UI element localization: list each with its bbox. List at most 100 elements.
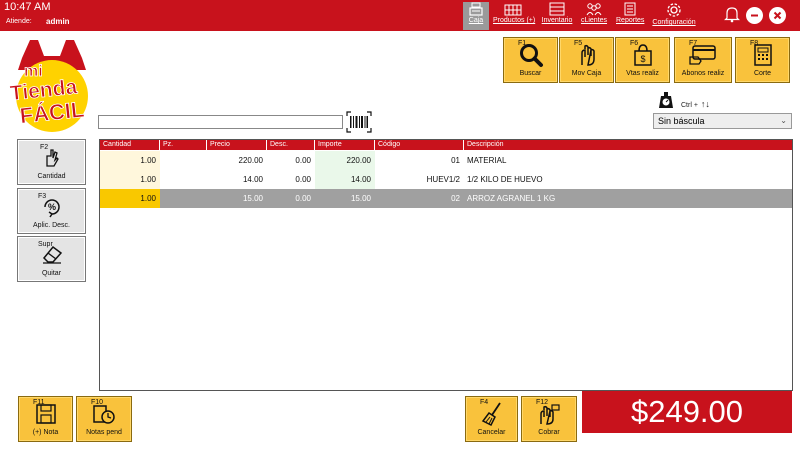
svg-text:%: % [47,202,55,212]
nav-clientes[interactable]: cLientes [579,2,609,30]
col-pz[interactable]: Pz. [160,140,207,150]
table-header: Cantidad Pz. Precio Desc. Importe Código… [100,140,792,150]
cell-desc: 0.00 [295,175,311,184]
close-button[interactable] [769,7,786,24]
nav-productos[interactable]: Productos (+) [493,2,536,30]
gear-icon [667,3,681,17]
col-precio[interactable]: Precio [207,140,267,150]
scale-shortcut-hint: Ctrl + ↑↓ [681,99,710,109]
calculator-icon [753,44,772,66]
nav-configuracion-label: Configuración [652,19,696,26]
col-cantidad[interactable]: Cantidad [100,140,160,150]
abonos-label: Abonos realiz [681,70,725,77]
cell-precio: 220.00 [238,156,263,165]
sales-bag-icon: $ [633,44,652,66]
table-row-selected[interactable]: 1.00 15.00 0.00 15.00 02 ARROZ AGRANEL 1… [100,189,792,208]
nav-inventario-label: Inventario [541,17,573,24]
quitar-label: Quitar [41,270,62,277]
cash-register-icon [469,2,483,16]
barcode-icon[interactable] [346,111,372,133]
nav-reportes[interactable]: Reportes [616,2,644,30]
buscar-label: Buscar [519,70,542,77]
bell-icon[interactable] [724,5,740,23]
reports-icon [624,2,636,16]
table-row[interactable]: 1.00 220.00 0.00 220.00 01 MATERIAL [100,151,792,170]
cobrar-button[interactable]: F12 Cobrar [521,396,577,442]
cell-descripcion: ARROZ AGRANEL 1 KG [467,194,556,203]
cell-precio: 15.00 [242,194,263,203]
cantidad-label: Cantidad [37,173,66,180]
scale-icon [659,92,673,108]
scale-select-value: Sin báscula [658,116,705,126]
descuento-label: Aplic. Desc. [33,222,70,229]
cantidad-button[interactable]: F2 Cantidad [17,139,86,185]
mi-tienda-facil-logo: mi Tienda FÁCIL [8,40,88,132]
mov-caja-label: Mov Caja [571,70,602,77]
sale-total: $249.00 [582,391,792,433]
discount-icon: % [43,199,60,218]
cell-descripcion: 1/2 KILO DE HUEVO [467,175,543,184]
cell-cantidad[interactable]: 1.00 [100,189,160,208]
cell-pz [160,170,207,189]
mov-caja-button[interactable]: F5 Mov Caja [559,37,614,83]
scale-shortcut-text: Ctrl + [681,102,698,109]
save-note-icon [35,404,56,424]
col-importe[interactable]: Importe [315,140,375,150]
cell-importe: 14.00 [315,170,375,189]
scale-shortcut-arrows: ↑↓ [700,99,710,109]
col-codigo[interactable]: Código [375,140,464,150]
aplicar-descuento-button[interactable]: F3 % Aplic. Desc. [17,188,86,234]
nav-configuracion[interactable]: Configuración [651,2,697,30]
minimize-icon [751,14,758,17]
cobrar-label: Cobrar [538,429,560,436]
close-icon [773,11,782,20]
top-bar: 10:47 AM Atiende: admin Caja Productos (… [0,0,800,31]
products-icon [504,4,522,16]
clients-icon [586,3,602,16]
logo-text-mi: mi [24,63,43,80]
sale-items-table: Cantidad Pz. Precio Desc. Importe Código… [99,139,793,391]
broom-icon [481,402,501,427]
attending-label: Atiende: [6,18,32,25]
pos-window: 10:47 AM Atiende: admin Caja Productos (… [0,0,800,450]
cell-codigo: 01 [451,156,460,165]
pending-notes-icon [93,405,115,424]
minimize-button[interactable] [746,7,763,24]
cell-pz [160,189,207,208]
nav-caja-label: Caja [468,17,484,24]
chevron-down-icon: ⌄ [780,116,787,125]
buscar-button[interactable]: F1 Buscar [503,37,558,83]
cell-cantidad[interactable]: 1.00 [100,151,160,170]
product-search-input[interactable] [98,115,343,129]
cancelar-button[interactable]: F4 Cancelar [465,396,518,442]
current-user: admin [46,17,70,26]
cell-cantidad[interactable]: 1.00 [100,170,160,189]
cell-pz [160,151,207,170]
notas-pendientes-button[interactable]: F10 Notas pend [76,396,132,442]
quitar-button[interactable]: Supr Quitar [17,236,86,282]
search-icon [519,44,543,67]
abonos-realizados-button[interactable]: F7 Abonos realiz [674,37,732,83]
cell-desc: 0.00 [295,156,311,165]
table-row[interactable]: 1.00 14.00 0.00 14.00 HUEV1/2 1/2 KILO D… [100,170,792,189]
col-descripcion[interactable]: Descripción [464,140,792,150]
nav-reportes-label: Reportes [616,17,645,24]
nav-caja[interactable]: Caja [463,2,489,30]
inventory-icon [549,2,565,16]
nueva-nota-button[interactable]: F11 (+) Nota [18,396,73,442]
cell-precio: 14.00 [242,175,263,184]
corte-button[interactable]: F8 Corte [735,37,790,83]
cell-descripcion: MATERIAL [467,156,507,165]
cell-desc: 0.00 [295,194,311,203]
col-desc[interactable]: Desc. [267,140,315,150]
eraser-icon [42,245,62,264]
nav-productos-label: Productos (+) [493,17,536,24]
ventas-label: Vtas realiz [626,70,659,77]
nav-inventario[interactable]: Inventario [540,2,574,30]
ventas-realizadas-button[interactable]: F6 $ Vtas realiz [615,37,670,83]
logo-text-facil: FÁCIL [19,97,86,129]
scale-select[interactable]: Sin báscula ⌄ [653,113,792,129]
clock: 10:47 AM [4,1,51,13]
nota-label: (+) Nota [32,429,59,436]
svg-text:$: $ [640,54,645,64]
